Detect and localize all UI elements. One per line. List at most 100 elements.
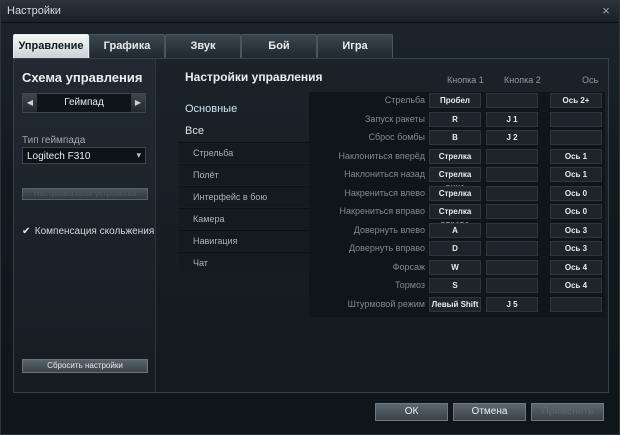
button1-cell[interactable]: Стрелка вправо xyxy=(429,204,481,229)
button2-cell[interactable] xyxy=(486,222,538,238)
axis-cell[interactable] xyxy=(550,296,602,312)
cancel-button[interactable]: Отмена xyxy=(453,403,526,421)
action-label: Запуск ракеты xyxy=(365,113,425,124)
subcategory-camera[interactable]: Камера xyxy=(179,208,309,229)
button2-cell[interactable] xyxy=(486,167,538,182)
action-label: Наклониться вперёд xyxy=(338,150,425,161)
axis-cell[interactable]: Ось 1 xyxy=(550,148,602,164)
tab-battle[interactable]: Бой xyxy=(241,34,317,58)
category-all[interactable]: Все xyxy=(185,125,204,137)
action-label: Стрельба xyxy=(384,95,425,105)
left-column: Схема управления ◀ Геймпад ▶ Тип геймпад… xyxy=(14,59,156,392)
button1-cell[interactable]: Стрелка вниз xyxy=(429,167,481,192)
axis-cell[interactable]: Ось 4 xyxy=(550,278,602,293)
controls-panel: Схема управления ◀ Геймпад ▶ Тип геймпад… xyxy=(13,58,609,393)
button1-cell[interactable]: B xyxy=(429,130,481,145)
settings-window: Настройки × Управление Графика Звук Бой … xyxy=(0,0,620,435)
axis-cell[interactable]: Ось 3 xyxy=(550,241,602,256)
axis-cell[interactable]: Ось 4 xyxy=(550,259,602,275)
button1-cell[interactable]: A xyxy=(429,222,481,238)
button2-cell[interactable] xyxy=(486,241,538,256)
reset-settings-button[interactable]: Сбросить настройки xyxy=(22,359,148,373)
action-label: Наклониться назад xyxy=(344,169,425,179)
tab-controls[interactable]: Управление xyxy=(13,34,89,58)
tab-graphics[interactable]: Графика xyxy=(89,34,165,58)
column-header-button2: Кнопка 2 xyxy=(504,75,541,85)
footer-buttons: ОК Отмена Применить xyxy=(375,403,609,421)
table-row: Наклониться вперёд Стрелка вверх Ось 1 xyxy=(309,148,605,174)
chevron-down-icon: ▾ xyxy=(136,150,141,160)
button2-cell[interactable] xyxy=(486,148,538,164)
column-header-axis: Ось xyxy=(582,75,599,85)
subcategory-shooting[interactable]: Стрельба xyxy=(179,142,309,163)
right-column: Настройки управления Кнопка 1 Кнопка 2 О… xyxy=(157,59,609,392)
close-icon[interactable]: × xyxy=(599,4,613,18)
action-label: Накрениться влево xyxy=(344,187,425,198)
tab-game[interactable]: Игра xyxy=(317,34,393,58)
button1-cell[interactable]: Пробел xyxy=(429,93,481,108)
table-row: Довернуть вправо D Ось 3 xyxy=(309,240,605,258)
button1-cell[interactable]: R xyxy=(429,111,481,127)
button2-cell[interactable] xyxy=(486,93,538,108)
axis-cell[interactable]: Ось 0 xyxy=(550,204,602,219)
table-row: Довернуть влево A Ось 3 xyxy=(309,222,605,240)
action-label: Накрениться вправо xyxy=(339,206,426,216)
button1-cell[interactable]: Стрелка влево xyxy=(429,185,481,211)
slide-compensation-label: Компенсация скольжения xyxy=(34,226,155,237)
action-label: Форсаж xyxy=(392,261,425,272)
apply-button[interactable]: Применить xyxy=(531,403,604,421)
gamepad-type-label: Тип геймпада xyxy=(22,135,86,146)
button2-cell[interactable]: J 2 xyxy=(486,130,538,145)
axis-cell[interactable]: Ось 2+ xyxy=(550,93,602,108)
table-row: Штурмовой режим Левый Shift J 5 xyxy=(309,296,605,314)
button2-cell[interactable] xyxy=(486,259,538,275)
button1-cell[interactable]: D xyxy=(429,241,481,256)
subcategory-flight[interactable]: Полёт xyxy=(179,164,309,185)
scheme-selector[interactable]: ◀ Геймпад ▶ xyxy=(22,93,146,113)
subcategory-chat[interactable]: Чат xyxy=(179,252,309,273)
button2-cell[interactable]: J 1 xyxy=(486,111,538,127)
ok-button[interactable]: ОК xyxy=(375,403,448,421)
tab-sound[interactable]: Звук xyxy=(165,34,241,58)
arrow-left-icon[interactable]: ◀ xyxy=(23,94,37,112)
button2-cell[interactable] xyxy=(486,204,538,219)
axis-cell[interactable]: Ось 0 xyxy=(550,185,602,201)
table-row: Наклониться назад Стрелка вниз Ось 1 xyxy=(309,166,605,192)
button1-cell[interactable]: Стрелка вверх xyxy=(429,148,481,174)
gamepad-type-value: Logitech F310 xyxy=(27,151,91,162)
gamepad-type-dropdown[interactable]: Logitech F310 ▾ xyxy=(22,147,146,164)
table-row: Накрениться влево Стрелка влево Ось 0 xyxy=(309,185,605,211)
checkmark-icon: ✔ xyxy=(22,226,31,237)
button2-cell[interactable]: J 5 xyxy=(486,296,538,312)
slide-compensation-checkbox[interactable]: ✔ Компенсация скольжения xyxy=(22,226,154,237)
action-label: Тормоз xyxy=(394,280,425,290)
scheme-title: Схема управления xyxy=(22,70,143,85)
axis-cell[interactable] xyxy=(550,130,602,145)
table-row: Тормоз S Ось 4 xyxy=(309,277,605,295)
action-label: Сброс бомбы xyxy=(368,132,425,142)
button1-cell[interactable]: Левый Shift xyxy=(429,296,481,312)
action-label: Штурмовой режим xyxy=(347,298,425,309)
axis-cell[interactable]: Ось 1 xyxy=(550,167,602,182)
device-axes-button[interactable]: Настройка осей устройства xyxy=(22,188,148,200)
table-row: Форсаж W Ось 4 xyxy=(309,259,605,277)
button1-cell[interactable]: W xyxy=(429,259,481,275)
tab-bar: Управление Графика Звук Бой Игра xyxy=(13,34,393,58)
button2-cell[interactable] xyxy=(486,278,538,293)
category-main[interactable]: Основные xyxy=(185,103,237,115)
bindings-table: Стрельба Пробел Ось 2+ Запуск ракеты R J 1 Сбр… xyxy=(309,92,605,317)
action-label: Довернуть вправо xyxy=(348,243,425,253)
table-row: Накрениться вправоСтрелка вправо Ось 0 xyxy=(309,203,605,229)
table-row: Сброс бомбы B J 2 xyxy=(309,129,605,147)
subcategory-navigation[interactable]: Навигация xyxy=(179,230,309,251)
controls-title: Настройки управления xyxy=(185,70,323,84)
table-row: Запуск ракеты R J 1 xyxy=(309,111,605,129)
subcategory-hud[interactable]: Интерфейс в бою xyxy=(179,186,309,207)
button1-cell[interactable]: S xyxy=(429,278,481,293)
column-header-button1: Кнопка 1 xyxy=(447,75,484,85)
axis-cell[interactable]: Ось 3 xyxy=(550,222,602,238)
arrow-right-icon[interactable]: ▶ xyxy=(131,94,145,112)
axis-cell[interactable] xyxy=(550,111,602,127)
window-title: Настройки xyxy=(7,5,61,17)
button2-cell[interactable] xyxy=(486,185,538,201)
